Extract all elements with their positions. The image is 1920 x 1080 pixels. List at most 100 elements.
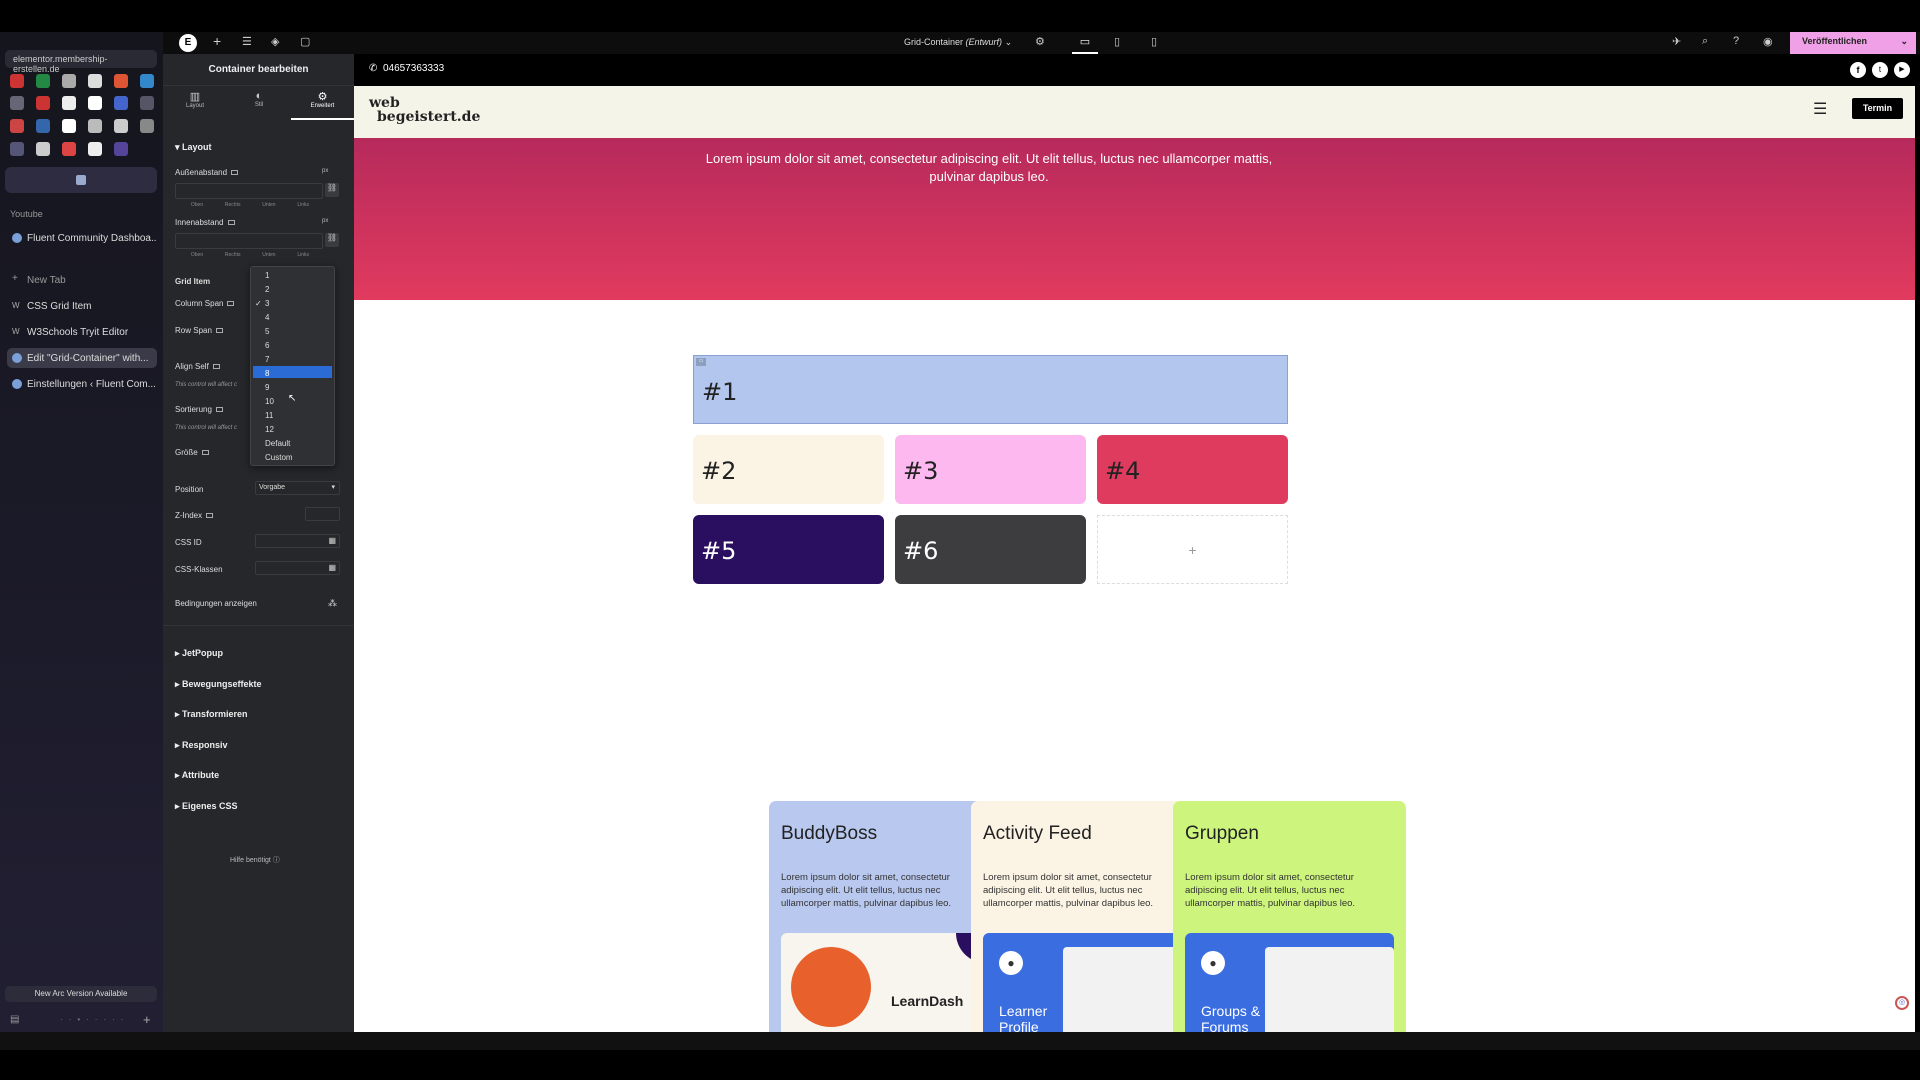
favorite-icon[interactable] [36, 74, 50, 88]
folder-tile[interactable] [5, 167, 157, 193]
url-bar[interactable]: elementor.membership-erstellen.de [5, 50, 157, 74]
document-title[interactable]: Grid-Container (Entwurf) ⌄ [904, 37, 1012, 48]
add-element-placeholder[interactable]: + [1097, 515, 1288, 584]
dropdown-option[interactable]: 2 [265, 285, 269, 294]
css-classes-input[interactable]: ▦ [255, 561, 340, 575]
favorite-icon[interactable] [36, 119, 50, 133]
phone-number[interactable]: 04657363333 [383, 63, 444, 74]
link-values-icon[interactable]: ⛓ [325, 233, 339, 247]
tab-advanced[interactable]: ⚙ Erweitert [291, 90, 354, 120]
favorite-icon[interactable] [114, 119, 128, 133]
gear-icon[interactable]: ⚙ [1035, 35, 1045, 48]
grid-item-1[interactable]: ▭ #1 [693, 355, 1288, 424]
space-switcher-dots[interactable]: ··•····· [60, 1015, 129, 1024]
section-responsive[interactable]: ▸ Responsiv [175, 740, 228, 751]
favorite-icon[interactable] [88, 74, 102, 88]
add-space-icon[interactable]: + [143, 1012, 151, 1027]
grid-item-3[interactable]: #3 [895, 435, 1086, 504]
dropdown-option[interactable]: 10 [265, 397, 274, 406]
dropdown-option[interactable]: 4 [265, 313, 269, 322]
favorite-icon[interactable] [10, 74, 24, 88]
conditions-icon[interactable]: ⁂ [328, 598, 337, 609]
edit-container-icon[interactable]: ▭ [696, 358, 706, 366]
publish-button[interactable]: Veröffentlichen ⌄ [1790, 32, 1916, 54]
elementor-logo-icon[interactable]: E [179, 34, 197, 52]
preview-eye-icon[interactable]: ◉ [1763, 35, 1773, 48]
site-logo[interactable]: web begeistert.de [369, 96, 480, 124]
mobile-view-icon[interactable]: ▯ [1151, 35, 1157, 48]
unit-select[interactable]: px [322, 168, 328, 174]
favorite-icon[interactable] [62, 96, 76, 110]
tab-einstellungen[interactable]: Einstellungen ‹ Fluent Com... [7, 374, 157, 394]
favorite-icon[interactable] [36, 96, 50, 110]
favorite-icon[interactable] [62, 119, 76, 133]
dropdown-option[interactable]: Custom [265, 453, 293, 462]
search-icon[interactable]: ⌕ [1702, 35, 1708, 48]
facebook-icon[interactable]: f [1850, 62, 1866, 78]
favorite-icon[interactable] [140, 119, 154, 133]
section-custom-css[interactable]: ▸ Eigenes CSS [175, 801, 238, 812]
twitter-icon[interactable]: t [1872, 62, 1888, 78]
dynamic-tags-icon[interactable]: ▦ [328, 536, 336, 545]
dropdown-option[interactable]: 5 [265, 327, 269, 336]
zindex-input[interactable] [305, 507, 340, 521]
update-notice[interactable]: New Arc Version Available [5, 986, 157, 1002]
comments-icon[interactable]: ▢ [300, 35, 310, 48]
favorite-icon[interactable] [10, 142, 24, 156]
rocket-icon[interactable]: ✈ [1672, 35, 1681, 48]
dropdown-option[interactable]: Default [265, 439, 290, 448]
dropdown-option[interactable]: 3 [265, 299, 269, 308]
youtube-icon[interactable]: ▶ [1894, 62, 1910, 78]
favorite-icon[interactable] [62, 142, 76, 156]
position-select[interactable]: Vorgabe ▾ [255, 481, 340, 495]
css-id-input[interactable]: ▦ [255, 534, 340, 548]
tab-style[interactable]: ◐ Stil [227, 90, 291, 120]
dropdown-option[interactable]: 8 [265, 369, 269, 378]
dropdown-option[interactable]: 9 [265, 383, 269, 392]
tab-css-grid-item[interactable]: W CSS Grid Item [7, 296, 157, 316]
hamburger-menu-icon[interactable]: ☰ [1813, 99, 1827, 119]
desktop-view-icon[interactable]: ▭ [1072, 32, 1098, 54]
chevron-down-icon[interactable]: ⌄ [1900, 36, 1908, 47]
accessibility-icon[interactable]: ◎ [1895, 996, 1909, 1010]
section-jetpopup[interactable]: ▸ JetPopup [175, 648, 223, 659]
dropdown-option[interactable]: 12 [265, 425, 274, 434]
section-attributes[interactable]: ▸ Attribute [175, 770, 219, 781]
section-layout[interactable]: ▾ Layout [175, 142, 212, 153]
favorite-icon[interactable] [114, 74, 128, 88]
favorite-icon[interactable] [10, 119, 24, 133]
favorite-icon[interactable] [10, 96, 24, 110]
appointment-button[interactable]: Termin [1852, 98, 1903, 119]
structure-icon[interactable]: ◈ [271, 35, 279, 48]
favorite-icon[interactable] [140, 74, 154, 88]
site-settings-icon[interactable]: ☰ [242, 35, 252, 48]
grid-item-2[interactable]: #2 [693, 435, 884, 504]
help-link[interactable]: Hilfe benötigt ⓘ [230, 855, 280, 865]
tab-fluent-community[interactable]: Fluent Community Dashboa... [7, 228, 157, 248]
tab-edit-grid-container[interactable]: Edit "Grid-Container" with... [7, 348, 157, 368]
padding-inputs[interactable] [175, 233, 323, 249]
favorite-icon[interactable] [114, 142, 128, 156]
unit-select[interactable]: px [322, 218, 328, 224]
favorite-icon[interactable] [88, 96, 102, 110]
dynamic-tags-icon[interactable]: ▦ [328, 563, 336, 572]
grid-item-6[interactable]: #6 [895, 515, 1086, 584]
tab-w3schools[interactable]: W W3Schools Tryit Editor [7, 322, 157, 342]
new-tab-button[interactable]: + New Tab [7, 270, 157, 290]
grid-item-5[interactable]: #5 [693, 515, 884, 584]
grid-item-4[interactable]: #4 [1097, 435, 1288, 504]
tab-layout[interactable]: ▥ Layout [163, 90, 227, 120]
favorite-icon[interactable] [88, 142, 102, 156]
section-transform[interactable]: ▸ Transformieren [175, 709, 248, 720]
link-values-icon[interactable]: ⛓ [325, 183, 339, 197]
favorite-icon[interactable] [140, 96, 154, 110]
library-icon[interactable]: ▤ [10, 1014, 19, 1025]
favorite-icon[interactable] [114, 96, 128, 110]
section-motion-effects[interactable]: ▸ Bewegungseffekte [175, 679, 262, 690]
favorite-icon[interactable] [88, 119, 102, 133]
tablet-view-icon[interactable]: ▯ [1114, 35, 1120, 48]
margin-inputs[interactable] [175, 183, 323, 199]
dropdown-option[interactable]: 7 [265, 355, 269, 364]
help-icon[interactable]: ? [1733, 35, 1739, 47]
favorite-icon[interactable] [62, 74, 76, 88]
